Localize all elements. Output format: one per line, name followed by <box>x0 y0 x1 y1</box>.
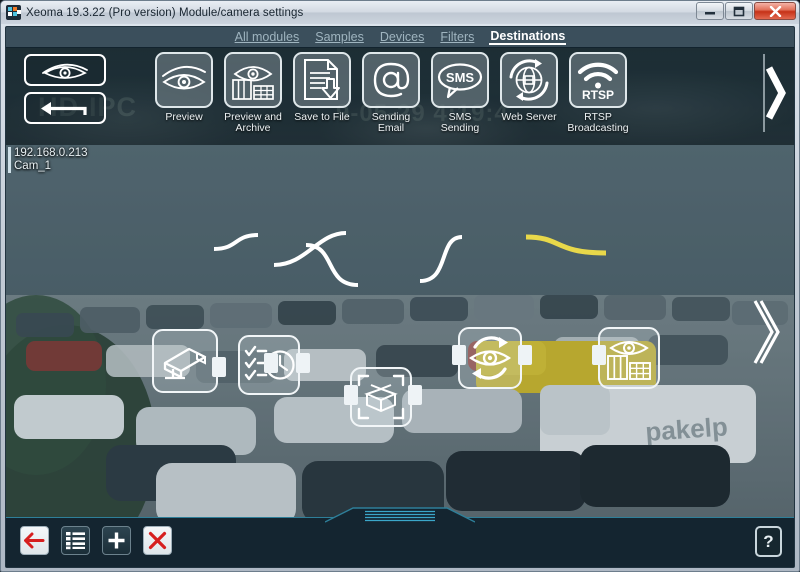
tab-all-modules[interactable]: All modules <box>234 30 301 44</box>
module-icon <box>362 52 420 108</box>
eye-archive-icon <box>232 66 274 100</box>
module-preview-and-archive[interactable]: Preview and Archive <box>223 52 283 134</box>
back-arrow-icon-button[interactable] <box>24 92 106 124</box>
camera-name: Cam_1 <box>14 160 52 172</box>
module-label: SMS Sending <box>440 111 480 134</box>
module-toolbar: HD-IPC 9-05-29 4:19:4 Preview Preview an… <box>6 48 794 145</box>
rotating-eye-icon <box>468 336 512 380</box>
module-sms-sending[interactable]: SMS SMS Sending <box>430 52 490 134</box>
chain-plug <box>296 353 310 373</box>
module-rtsp-broadcasting[interactable]: RTSP RTSP Broadcasting <box>567 52 629 134</box>
window-controls <box>696 2 796 20</box>
chain-plug <box>264 353 278 373</box>
sms-bubble-icon: SMS <box>437 63 483 99</box>
module-label: Sending Email <box>371 111 411 134</box>
module-icon: RTSP <box>569 52 627 108</box>
chain-module-motion-preview[interactable] <box>458 327 522 389</box>
chain-plug <box>518 345 532 365</box>
camera-label: 192.168.0.213 Cam_1 <box>14 147 88 173</box>
file-download-icon <box>304 59 340 100</box>
maximize-button[interactable] <box>725 2 753 20</box>
eye-icon <box>42 63 88 79</box>
chain-plug <box>212 357 226 377</box>
tab-destinations[interactable]: Destinations <box>489 29 567 45</box>
module-label: Preview <box>165 111 203 123</box>
tab-samples[interactable]: Samples <box>314 30 365 44</box>
module-label: Web Server <box>501 111 557 123</box>
chain-module-object-detector[interactable] <box>350 367 412 427</box>
module-category-tabs: All modules Samples Devices Filters Dest… <box>6 27 794 48</box>
module-label: Preview and Archive <box>224 111 282 134</box>
module-icon <box>224 52 282 108</box>
chevron-right-icon <box>753 300 780 364</box>
chain-module-preview-archive[interactable] <box>598 327 660 389</box>
module-icon: SMS <box>431 52 489 108</box>
application-window: Xeoma 19.3.22 (Pro version) Module/camer… <box>0 0 800 572</box>
application-body: All modules Samples Devices Filters Dest… <box>5 26 795 568</box>
close-button[interactable] <box>754 2 796 20</box>
chain-plug <box>408 385 422 405</box>
chain-module-camera[interactable] <box>152 329 218 393</box>
module-web-server[interactable]: Web Server <box>499 52 559 134</box>
module-icon <box>155 52 213 108</box>
eye-archive-icon <box>607 341 651 380</box>
cctv-camera-icon <box>163 347 207 380</box>
module-icon <box>293 52 351 108</box>
chain-connectors <box>213 231 607 287</box>
tab-filters[interactable]: Filters <box>439 30 475 44</box>
wifi-rtsp-icon: RTSP <box>577 62 619 101</box>
chain-plug <box>592 345 606 365</box>
next-camera-button[interactable] <box>752 295 788 374</box>
camera-label-accent-bar <box>8 147 11 173</box>
module-chain-overlay <box>6 145 794 537</box>
module-label: Save to File <box>294 111 350 123</box>
chain-plug <box>452 345 466 365</box>
module-sending-email[interactable]: Sending Email <box>361 52 421 134</box>
at-sign-icon <box>373 62 410 98</box>
svg-text:RTSP: RTSP <box>582 88 614 101</box>
app-icon <box>6 5 21 20</box>
tab-devices[interactable]: Devices <box>379 30 425 44</box>
module-list: Preview Preview and Archive Save to File… <box>154 52 629 134</box>
toolbar-scroll-next-button[interactable] <box>760 54 786 132</box>
svg-text:SMS: SMS <box>446 70 475 85</box>
chevron-right-icon <box>763 54 786 132</box>
chain-plug <box>344 385 358 405</box>
module-icon <box>500 52 558 108</box>
camera-video-view[interactable]: pakelp 192.168.0.213 Cam_1 <box>6 145 794 537</box>
eye-icon-button[interactable] <box>24 54 106 86</box>
title-bar: Xeoma 19.3.22 (Pro version) Module/camer… <box>1 1 799 24</box>
globe-refresh-icon <box>509 59 549 101</box>
toolbar-left-buttons <box>24 54 124 130</box>
eye-icon <box>162 65 206 90</box>
module-preview[interactable]: Preview <box>154 52 214 134</box>
module-label: RTSP Broadcasting <box>567 111 629 134</box>
back-arrow-icon <box>41 102 87 115</box>
window-title: Xeoma 19.3.22 (Pro version) Module/camer… <box>26 6 304 19</box>
minimize-button[interactable] <box>696 2 724 20</box>
camera-ip-address: 192.168.0.213 <box>14 147 88 159</box>
module-save-to-file[interactable]: Save to File <box>292 52 352 134</box>
box-scan-icon <box>357 374 405 420</box>
